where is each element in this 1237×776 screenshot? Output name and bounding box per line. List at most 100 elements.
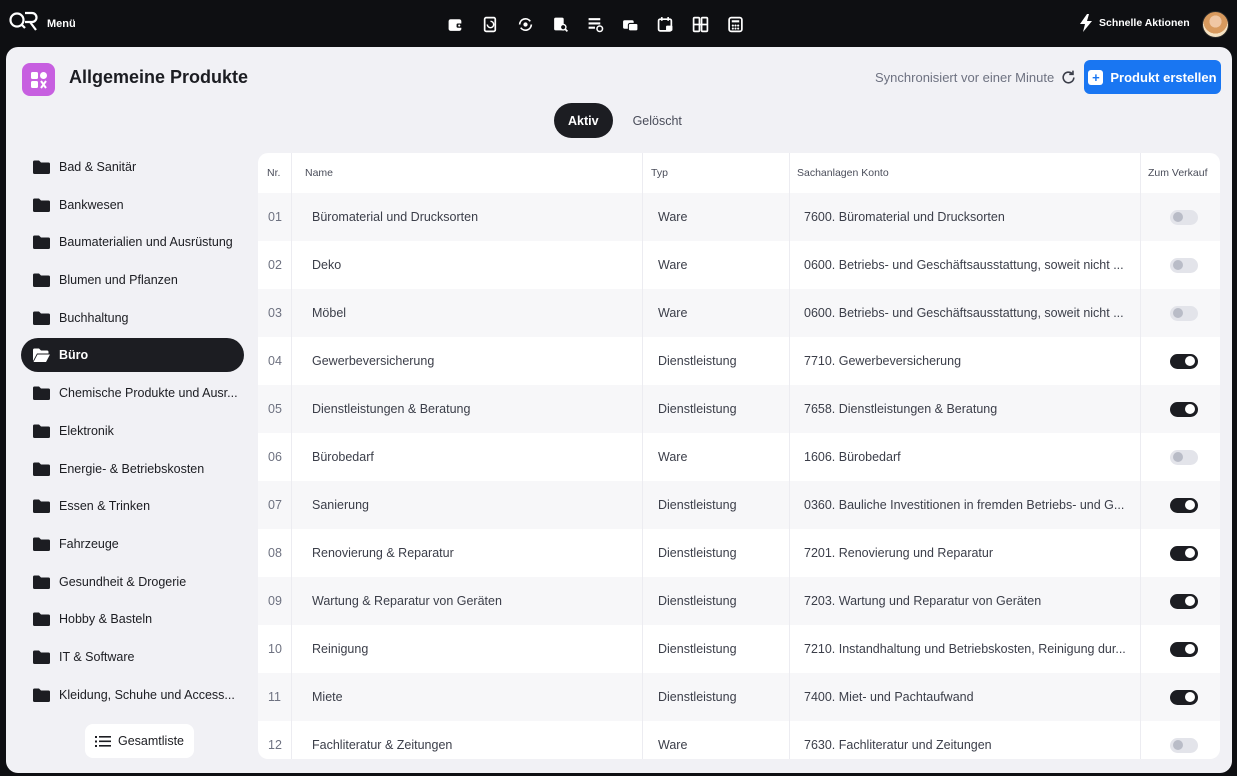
cell-typ: Ware [643,193,790,241]
sidebar-item-bankwesen[interactable]: Bankwesen [21,188,244,222]
cell-typ: Dienstleistung [643,529,790,577]
zum-verkauf-toggle[interactable] [1170,641,1198,657]
column-header-zum-verkauf[interactable]: Zum Verkauf [1141,153,1220,193]
sidebar-item-buchhaltung[interactable]: Buchhaltung [21,301,244,335]
sidebar-item-kleidung[interactable]: Kleidung, Schuhe und Access... [21,678,244,712]
zum-verkauf-toggle[interactable] [1170,257,1198,273]
zum-verkauf-toggle[interactable] [1170,545,1198,561]
cell-konto-text: 7710. Gewerbeversicherung [804,354,962,368]
table-row[interactable]: 02 Deko Ware 0600. Betriebs- und Geschäftsa… [258,241,1220,289]
column-header-name[interactable]: Name [292,153,643,193]
cell-konto-text: 7630. Fachliteratur und Zeitungen [804,738,992,752]
toggle-knob [1173,308,1183,318]
wallet-icon[interactable] [443,12,468,37]
zum-verkauf-toggle[interactable] [1170,209,1198,225]
cell-zum-verkauf [1141,193,1220,241]
sidebar-item-buero[interactable]: Büro [21,338,244,373]
page-title: Allgemeine Produkte [69,67,249,87]
list-settings-icon[interactable] [583,12,608,37]
table-row[interactable]: 09 Wartung & Reparatur von Geräten Dienstl… [258,577,1220,625]
refresh-money-icon[interactable] [513,12,538,37]
calendar-lock-icon[interactable] [653,12,678,37]
toggle-knob [1185,692,1195,702]
zum-verkauf-toggle[interactable] [1170,305,1198,321]
table-row[interactable]: 05 Dienstleistungen & Beratung Dienstleist… [258,385,1220,433]
cell-zum-verkauf [1141,721,1220,759]
cell-typ: Ware [643,241,790,289]
receipt-refresh-icon[interactable] [478,12,503,37]
cell-typ: Dienstleistung [643,385,790,433]
folder-icon [33,386,50,401]
table-row[interactable]: 08 Renovierung & Reparatur Dienstleistung 7… [258,529,1220,577]
zum-verkauf-toggle[interactable] [1170,497,1198,513]
cell-konto-text: 0600. Betriebs- und Geschäftsausstattung… [804,306,1124,320]
sidebar-item-label: Chemische Produkte und Ausr... [59,386,238,401]
main-panel: Allgemeine Produkte Synchronisiert vor e… [6,47,1232,773]
table-row[interactable]: 12 Fachliteratur & Zeitungen Ware 7630. Fac… [258,721,1220,759]
sidebar-item-it-software[interactable]: IT & Software [21,640,244,674]
cell-nr: 11 [258,673,292,721]
toggle-knob [1185,500,1195,510]
table-row[interactable]: 04 Gewerbeversicherung Dienstleistung 7710.… [258,337,1220,385]
grid-icon[interactable] [688,12,713,37]
zum-verkauf-toggle[interactable] [1170,353,1198,369]
cell-name: Gewerbeversicherung [292,337,643,385]
cell-name: Büromaterial und Drucksorten [292,193,643,241]
cell-nr: 07 [258,481,292,529]
tab-aktiv[interactable]: Aktiv [554,103,613,138]
sidebar-item-essen-trinken[interactable]: Essen & Trinken [21,489,244,523]
category-sidebar: Bad & Sanitär Bankwesen Baumaterialien u… [21,150,244,715]
sidebar-item-blumen[interactable]: Blumen und Pflanzen [21,263,244,297]
avatar[interactable] [1202,11,1229,38]
sidebar-item-hobby[interactable]: Hobby & Basteln [21,602,244,636]
all-list-button[interactable]: Gesamtliste [85,724,194,758]
zum-verkauf-toggle[interactable] [1170,593,1198,609]
document-search-icon[interactable] [548,12,573,37]
all-list-label: Gesamtliste [118,734,184,748]
sidebar-item-label: Bad & Sanitär [59,160,137,174]
cell-konto-text: 1606. Bürobedarf [804,450,901,464]
zum-verkauf-toggle[interactable] [1170,449,1198,465]
table-row[interactable]: 03 Möbel Ware 0600. Betriebs- und Geschäfts… [258,289,1220,337]
zum-verkauf-toggle[interactable] [1170,401,1198,417]
sidebar-item-baumaterialien[interactable]: Baumaterialien und Ausrüstung [21,225,244,259]
refresh-icon[interactable] [1060,69,1077,86]
cell-nr: 09 [258,577,292,625]
sidebar-item-chemische-produkte[interactable]: Chemische Produkte und Ausr... [21,376,244,410]
cell-zum-verkauf [1141,673,1220,721]
sidebar-item-energie[interactable]: Energie- & Betriebskosten [21,452,244,486]
cell-nr: 01 [258,193,292,241]
quick-actions-label: Schnelle Aktionen [1099,17,1190,29]
table-row[interactable]: 01 Büromaterial und Drucksorten Ware 7600. … [258,193,1220,241]
calculator-icon[interactable] [723,12,748,37]
sync-status[interactable]: Synchronisiert vor einer Minute [875,69,1077,86]
tab-geloescht[interactable]: Gelöscht [619,103,696,138]
table-row[interactable]: 06 Bürobedarf Ware 1606. Bürobedarf [258,433,1220,481]
column-header-konto[interactable]: Sachanlagen Konto [790,153,1141,193]
sidebar-item-fahrzeuge[interactable]: Fahrzeuge [21,527,244,561]
cards-icon[interactable] [618,12,643,37]
sidebar-item-elektronik[interactable]: Elektronik [21,414,244,448]
table-row[interactable]: 11 Miete Dienstleistung 7400. Miet- und Pac… [258,673,1220,721]
column-header-nr[interactable]: Nr. [258,153,292,193]
cell-typ: Dienstleistung [643,577,790,625]
table-row[interactable]: 07 Sanierung Dienstleistung 0360. Bauliche … [258,481,1220,529]
zum-verkauf-toggle[interactable] [1170,689,1198,705]
cell-konto-text: 7203. Wartung und Reparatur von Geräten [804,594,1042,608]
plus-icon: + [1088,69,1104,85]
table-row[interactable]: 10 Reinigung Dienstleistung 7210. Instandha… [258,625,1220,673]
sidebar-item-gesundheit[interactable]: Gesundheit & Drogerie [21,565,244,599]
menu-button[interactable]: Menü [47,18,76,30]
zum-verkauf-toggle[interactable] [1170,737,1198,753]
cell-zum-verkauf [1141,625,1220,673]
cell-name: Dienstleistungen & Beratung [292,385,643,433]
sidebar-item-bad-sanitaer[interactable]: Bad & Sanitär [21,150,244,184]
quick-actions-button[interactable]: Schnelle Aktionen [1079,14,1190,32]
create-product-button[interactable]: + Produkt erstellen [1084,60,1221,94]
cell-name: Wartung & Reparatur von Geräten [292,577,643,625]
column-header-typ[interactable]: Typ [643,153,790,193]
logo-icon[interactable] [8,8,40,38]
toggle-knob [1185,644,1195,654]
cell-konto: 7630. Fachliteratur und Zeitungen [790,721,1141,759]
sidebar-item-label: Hobby & Basteln [59,612,153,627]
